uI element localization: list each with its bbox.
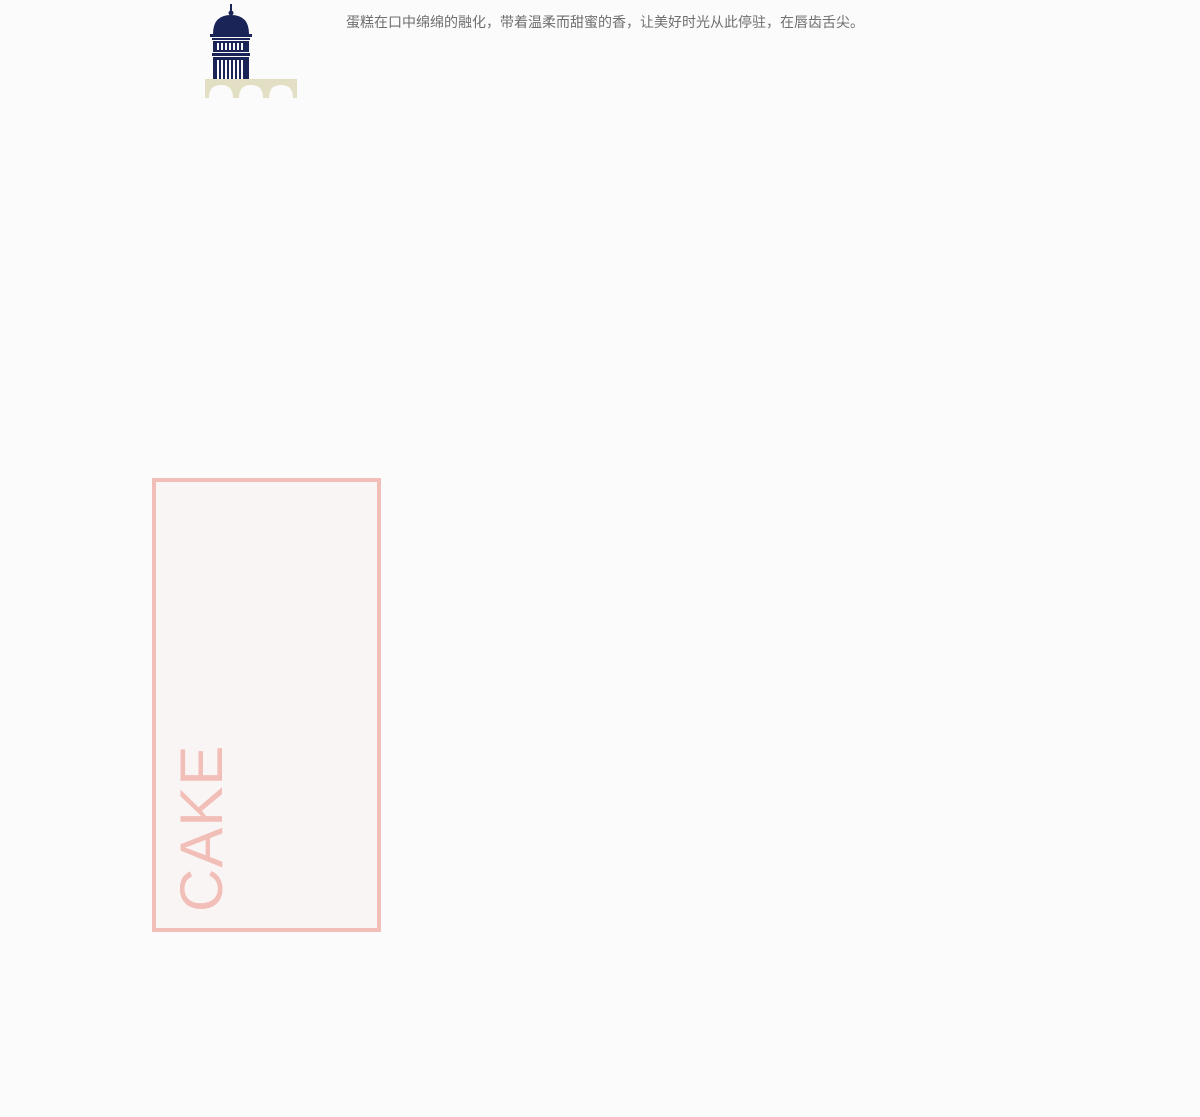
header-tagline: 蛋糕在口中绵绵的融化，带着温柔而甜蜜的香，让美好时光从此停驻，在唇齿舌尖。: [346, 15, 864, 31]
cake-feature-label: CAKE: [168, 744, 235, 912]
capitol-dome-icon: [205, 4, 297, 98]
logo[interactable]: [205, 4, 297, 98]
